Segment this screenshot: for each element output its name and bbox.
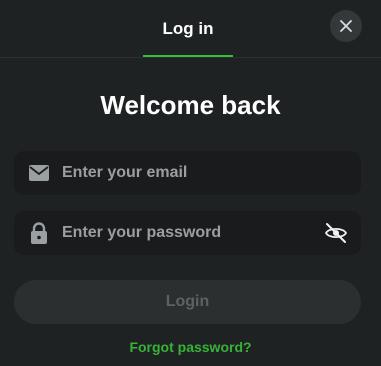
email-input[interactable] xyxy=(62,151,312,195)
close-button[interactable] xyxy=(330,10,362,42)
forgot-password-link[interactable]: Forgot password? xyxy=(0,339,381,355)
envelope-icon xyxy=(28,151,50,195)
tab-active-indicator xyxy=(143,55,233,57)
tab-login-label: Log in xyxy=(162,18,214,38)
login-button[interactable]: Login xyxy=(14,280,361,324)
email-field[interactable] xyxy=(14,151,361,195)
page-title: Welcome back xyxy=(100,90,281,120)
lock-icon xyxy=(28,211,50,255)
tab-login[interactable]: Log in xyxy=(143,0,233,57)
login-modal: Log in Welcome back Enter your email Log… xyxy=(0,0,381,366)
eye-off-icon[interactable] xyxy=(323,211,349,255)
password-field[interactable] xyxy=(14,211,361,255)
modal-header: Log in xyxy=(0,0,381,58)
close-icon xyxy=(340,20,352,32)
password-input[interactable] xyxy=(62,211,312,255)
login-button-label: Login xyxy=(165,293,210,310)
